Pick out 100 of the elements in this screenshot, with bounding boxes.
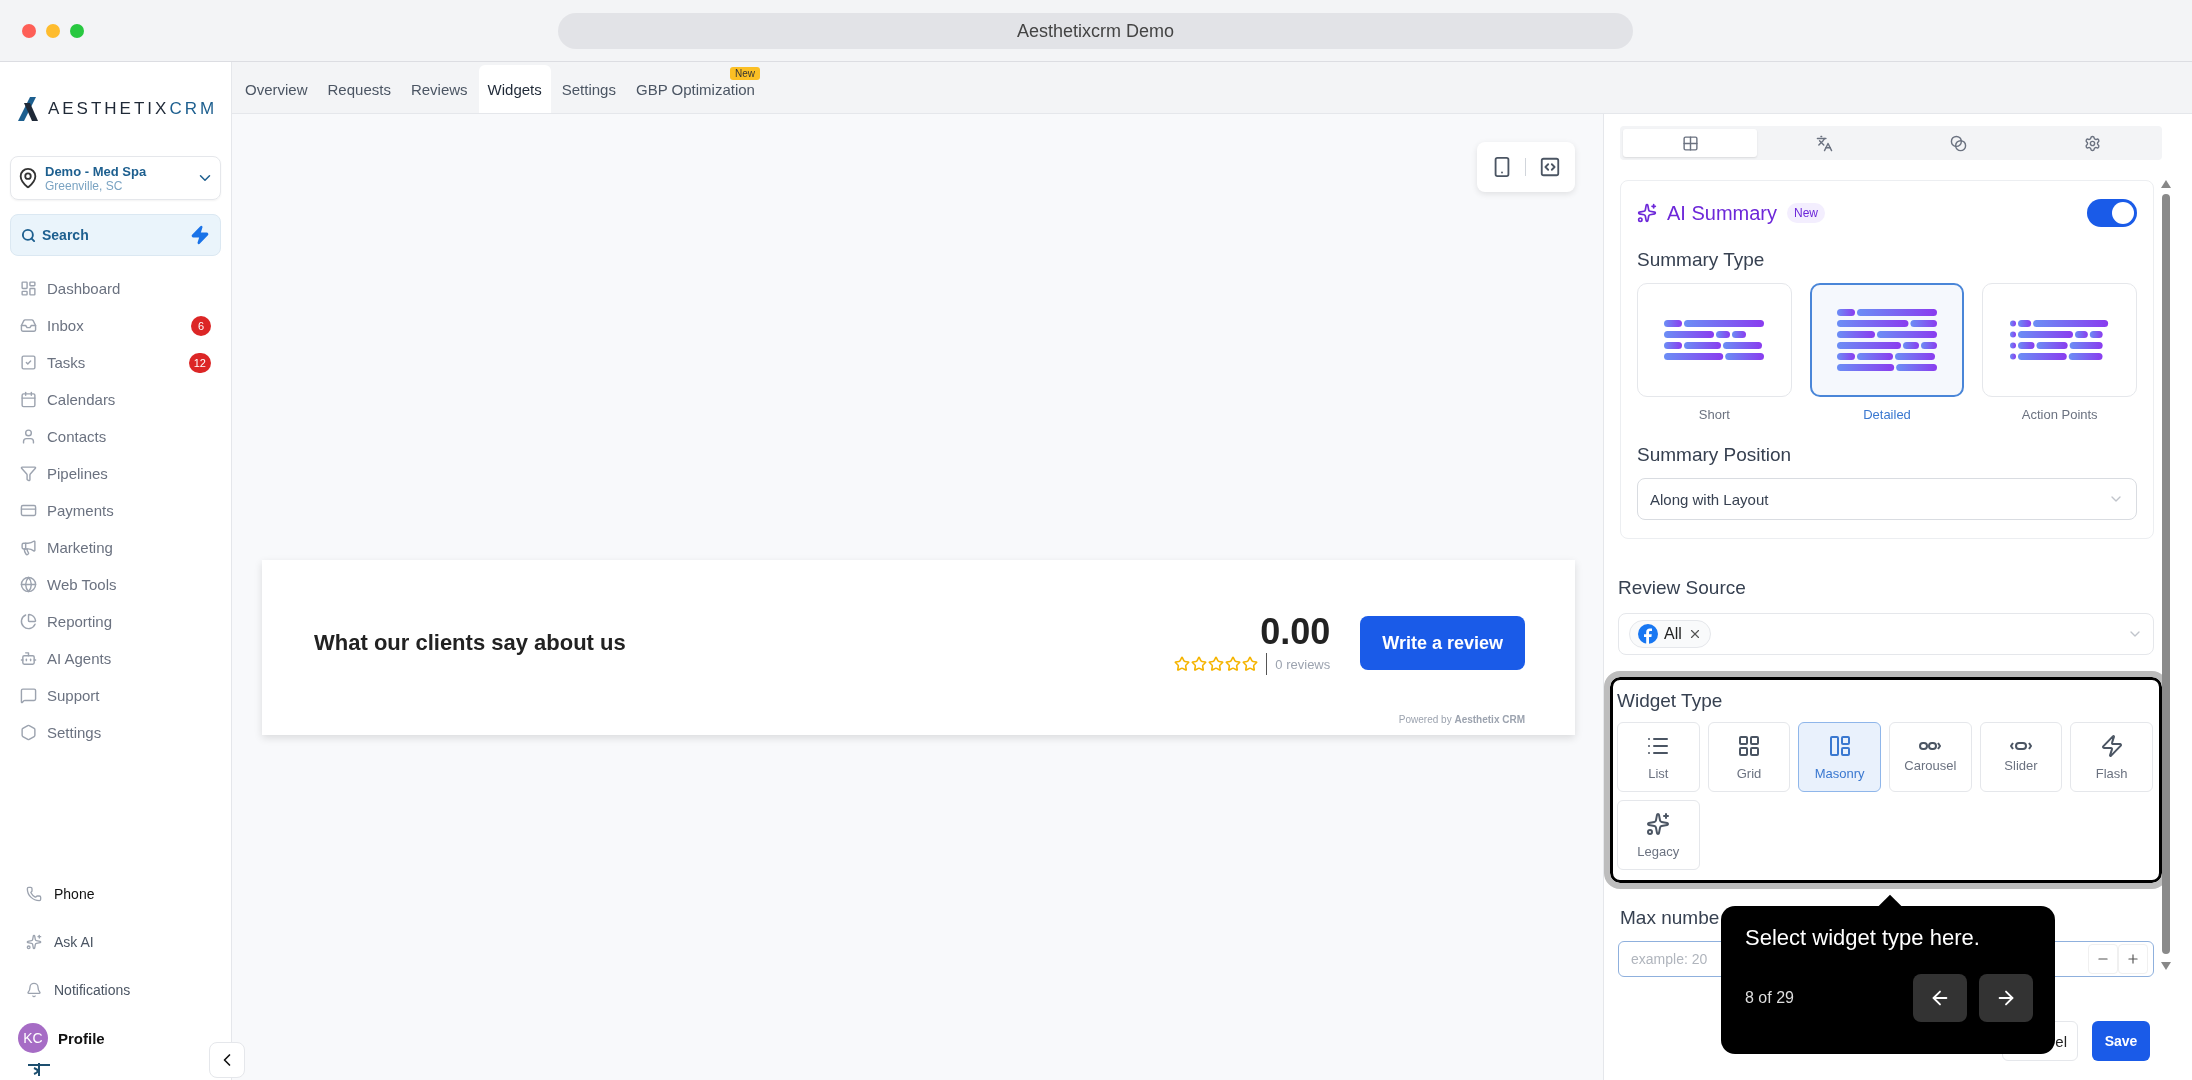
profile-label: Profile bbox=[58, 1029, 105, 1047]
nav-item[interactable]: Support bbox=[10, 677, 221, 714]
nav-item[interactable]: AI Agents bbox=[10, 640, 221, 677]
card-icon bbox=[20, 502, 37, 519]
nav-item[interactable]: Tasks 12 bbox=[10, 344, 221, 381]
previous-button[interactable] bbox=[1913, 974, 1967, 1022]
megaphone-icon bbox=[20, 539, 37, 556]
plus-icon bbox=[2126, 952, 2140, 966]
close-window-button[interactable] bbox=[22, 23, 36, 38]
nav-item[interactable]: Contacts bbox=[10, 418, 221, 455]
summary-type-label: Detailed bbox=[1863, 407, 1911, 422]
section-heading: Review Source bbox=[1618, 577, 1747, 599]
section-heading: Widget Type bbox=[1617, 690, 1724, 712]
inbox-icon bbox=[20, 317, 37, 334]
facebook-logo-icon bbox=[1638, 624, 1658, 644]
tab[interactable]: Requests bbox=[318, 65, 400, 113]
location-city: Greenville, SC bbox=[45, 178, 123, 193]
nav-item[interactable]: Reporting bbox=[10, 603, 221, 640]
tab[interactable]: Reviews bbox=[401, 65, 477, 113]
star-icon bbox=[1191, 656, 1208, 672]
masonry-icon bbox=[1827, 733, 1852, 758]
profile-item[interactable]: KC Profile bbox=[10, 1014, 221, 1062]
hexagon-icon bbox=[20, 724, 37, 741]
tour-step-counter: 8 of 29 bbox=[1745, 989, 1795, 1007]
widget-type-option[interactable]: List bbox=[1617, 722, 1700, 792]
sidebar-footer-item[interactable]: Phone bbox=[10, 870, 221, 918]
settings-icon bbox=[2083, 134, 2101, 152]
star-icon bbox=[1208, 656, 1225, 672]
tab[interactable]: New GBP Optimization bbox=[626, 65, 764, 113]
funnel-icon bbox=[20, 465, 37, 482]
nav-item[interactable]: Dashboard bbox=[10, 270, 221, 307]
sparkles-icon bbox=[26, 934, 42, 950]
nav-item[interactable]: Web Tools bbox=[10, 566, 221, 603]
source-chip[interactable]: All bbox=[1629, 620, 1711, 648]
sidebar-footer-item[interactable]: Notifications bbox=[10, 966, 221, 1014]
review-count: 0 reviews bbox=[1275, 656, 1331, 672]
star-icon bbox=[1242, 656, 1259, 672]
window-title: Aesthetixcrm Demo bbox=[558, 13, 1633, 49]
maximize-window-button[interactable] bbox=[70, 23, 84, 38]
robot-icon bbox=[20, 650, 37, 667]
location-selector[interactable]: Demo - Med Spa Greenville, SC bbox=[10, 156, 221, 200]
powered-by-text: Powered by Aesthetix CRM bbox=[1398, 714, 1525, 725]
code-icon[interactable] bbox=[1538, 156, 1561, 178]
pie-chart-icon bbox=[20, 613, 37, 630]
widget-type-option[interactable]: Grid bbox=[1707, 722, 1791, 792]
avatar: KC bbox=[18, 1023, 48, 1053]
summary-position-select[interactable]: Along with Layout bbox=[1637, 478, 2137, 520]
next-button[interactable] bbox=[1979, 974, 2033, 1022]
ai-summary-toggle[interactable] bbox=[2087, 199, 2137, 227]
nav-item[interactable]: Settings bbox=[10, 714, 221, 751]
summary-type-option[interactable] bbox=[1809, 283, 1965, 397]
checkbox-icon bbox=[20, 354, 37, 371]
panel-tab[interactable] bbox=[1623, 129, 1757, 157]
nav-item[interactable]: Inbox 6 bbox=[10, 307, 221, 344]
tab[interactable]: Widgets bbox=[478, 65, 551, 113]
globe-icon bbox=[20, 576, 37, 593]
widget-type-option[interactable]: Slider bbox=[1979, 722, 2063, 792]
widget-type-option[interactable]: Flash bbox=[2070, 722, 2153, 792]
review-source-select[interactable]: All bbox=[1618, 613, 2154, 655]
circles-icon bbox=[1949, 134, 1967, 152]
sidebar-footer-item[interactable]: Ask AI bbox=[10, 918, 221, 966]
location-name: Demo - Med Spa bbox=[45, 163, 148, 179]
widget-type-option[interactable]: Legacy bbox=[1617, 800, 1700, 870]
write-review-button[interactable]: Write a review bbox=[1360, 616, 1525, 670]
scrollbar[interactable] bbox=[2160, 180, 2172, 970]
nav-item[interactable]: Calendars bbox=[10, 381, 221, 418]
lightning-icon bbox=[2099, 733, 2124, 758]
summary-type-label: Short bbox=[1698, 407, 1730, 422]
translate-icon bbox=[1815, 134, 1833, 152]
increment-button[interactable] bbox=[2118, 944, 2148, 974]
count-badge: 12 bbox=[188, 352, 211, 373]
rating-value: 0.00 bbox=[1260, 611, 1331, 653]
widget-title: What our clients say about us bbox=[314, 630, 627, 656]
tour-text: Select widget type here. bbox=[1745, 924, 1981, 952]
star-icon bbox=[1225, 656, 1242, 672]
widget-type-option[interactable]: Masonry bbox=[1798, 722, 1881, 792]
carousel-icon bbox=[1919, 741, 1942, 750]
brand-name-suffix: CRM bbox=[169, 99, 218, 118]
scroll-down-icon[interactable] bbox=[2161, 962, 2171, 970]
tab[interactable]: Overview bbox=[236, 65, 317, 113]
save-button[interactable]: Save bbox=[2092, 1021, 2150, 1061]
small-logo-icon bbox=[26, 1062, 52, 1076]
search-button[interactable]: Search bbox=[10, 214, 221, 256]
sparkles-icon bbox=[1646, 811, 1671, 836]
star-icon bbox=[1174, 656, 1191, 672]
nav-item[interactable]: Marketing bbox=[10, 529, 221, 566]
person-icon bbox=[20, 428, 37, 445]
widget-type-option[interactable]: Carousel bbox=[1889, 722, 1972, 792]
chat-icon bbox=[20, 687, 37, 704]
section-heading: Summary Type bbox=[1637, 249, 1766, 271]
nav-item[interactable]: Pipelines bbox=[10, 455, 221, 492]
new-badge: New bbox=[729, 67, 760, 80]
phone-icon bbox=[26, 886, 42, 902]
scroll-up-icon[interactable] bbox=[2161, 180, 2171, 188]
search-icon bbox=[21, 227, 36, 243]
section-heading: Max numbe bbox=[1620, 907, 1721, 929]
tab[interactable]: Settings bbox=[552, 65, 625, 113]
nav-item[interactable]: Payments bbox=[10, 492, 221, 529]
bell-icon bbox=[26, 982, 42, 998]
slider-icon bbox=[2010, 741, 2032, 750]
